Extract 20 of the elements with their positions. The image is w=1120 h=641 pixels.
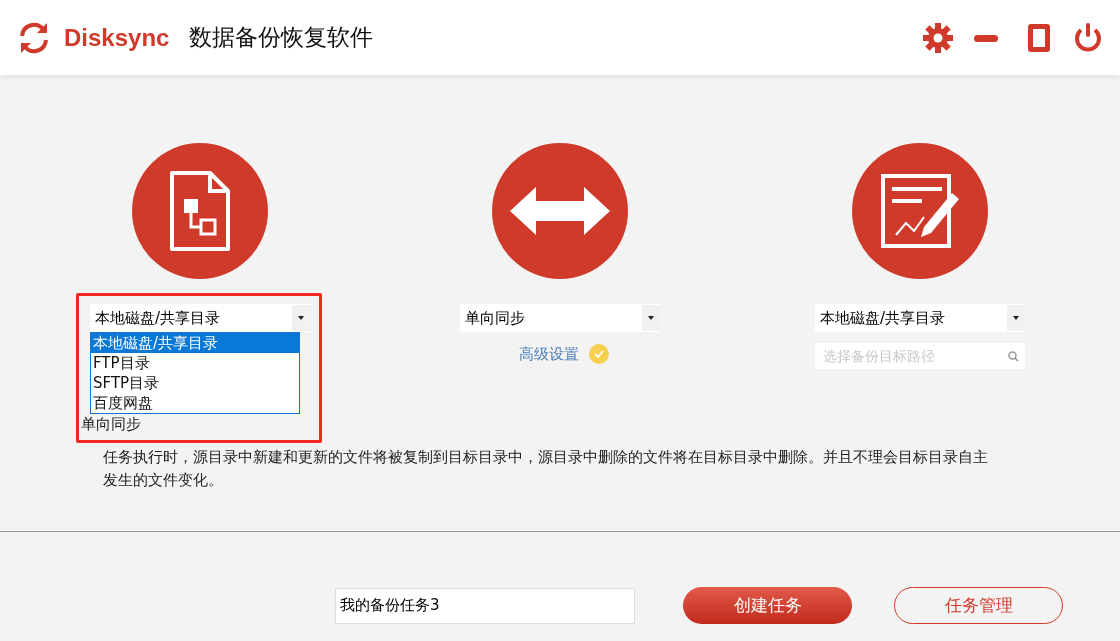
power-icon[interactable] <box>1072 21 1104 54</box>
mode-select[interactable]: 单向同步 <box>460 304 660 332</box>
dropdown-option[interactable]: 本地磁盘/共享目录 <box>91 333 299 353</box>
caret-icon <box>1013 316 1019 320</box>
check-icon[interactable] <box>589 344 609 364</box>
description-text: 任务执行时，源目录中新建和更新的文件将被复制到目标目录中，源目录中删除的文件将在目标目录中删除。并且不理会目标目录自主发生的文件变化。 <box>103 447 989 491</box>
advanced-settings-link[interactable]: 高级设置 <box>519 344 579 364</box>
search-icon <box>1008 350 1019 362</box>
caret-icon <box>298 316 304 320</box>
target-select[interactable]: 本地磁盘/共享目录 <box>815 304 1025 332</box>
logo-text: Disksync <box>64 23 170 52</box>
caret-icon <box>648 316 654 320</box>
mode-title: 单向同步 <box>81 415 141 434</box>
app-title: 数据备份恢复软件 <box>189 23 374 52</box>
document-icon <box>168 169 232 253</box>
settings-icon[interactable] <box>922 21 954 54</box>
create-task-button[interactable]: 创建任务 <box>683 587 852 624</box>
task-name-field[interactable]: 我的备份任务3 <box>335 587 635 624</box>
edit-document-icon <box>880 173 960 249</box>
double-arrow-icon <box>510 187 610 235</box>
